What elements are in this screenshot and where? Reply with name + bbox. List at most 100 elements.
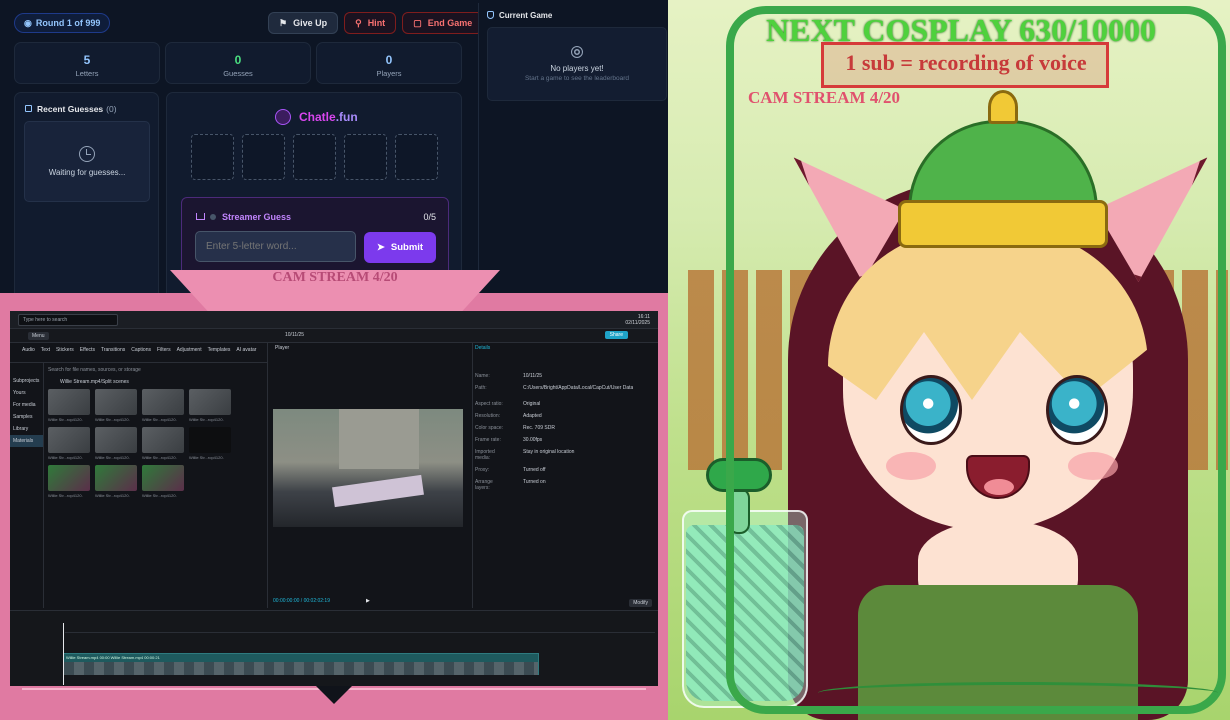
video-track[interactable]: Willie Stream.mp4 00:00 Willie Stream.mp… xyxy=(63,653,539,675)
video-preview[interactable] xyxy=(273,409,463,527)
share-button[interactable]: Share xyxy=(604,331,628,339)
timecode: 00:00:00:00 / 00:02:02:19 xyxy=(273,598,330,604)
streamer-guess-box: Streamer Guess 0/5 ➤ Submit xyxy=(181,197,449,277)
letter-tile xyxy=(191,134,234,180)
modify-button[interactable]: Modify xyxy=(629,599,652,607)
sidebar-item[interactable]: Yours xyxy=(10,387,43,399)
letter-tiles xyxy=(191,134,438,180)
chatle-logo-icon xyxy=(275,109,291,125)
tool-tabs: Audio Text Stickers Effects Transitions … xyxy=(10,343,267,363)
details-panel: Details Name: 10/11/25 Path: C:/Users/Brig… xyxy=(472,343,658,608)
toggle-dot[interactable] xyxy=(210,214,216,220)
sidebar-item[interactable]: For media xyxy=(10,399,43,411)
detail-row: Name: 10/11/25 xyxy=(475,373,543,379)
detail-row: Color space: Rec. 709 SDR xyxy=(475,425,555,431)
media-thumb[interactable]: Willie Str...rop4120. xyxy=(95,389,137,422)
video-editor-window: Type here to search 16:11 02/11/2025 Men… xyxy=(10,311,658,686)
waiting-placeholder: Waiting for guesses... xyxy=(24,121,150,202)
submit-button[interactable]: ➤ Submit xyxy=(364,232,436,263)
media-thumb[interactable]: Willie Str...rop4120. xyxy=(189,389,231,422)
tool-tab[interactable]: Captions xyxy=(131,347,151,362)
media-thumb[interactable]: Willie Str...rop4120. xyxy=(48,427,90,460)
sidebar-item-active[interactable]: Materials xyxy=(10,435,43,447)
cam-stream-label-2: CAM STREAM 4/20 xyxy=(748,88,901,107)
tool-tab[interactable]: Adjustment xyxy=(177,347,202,362)
game-controls: ⚑ Give Up ⚲ Hint ▢ End Game xyxy=(268,12,484,34)
letter-tile xyxy=(242,134,285,180)
current-game-header: Current Game xyxy=(479,3,668,20)
crown-icon xyxy=(196,213,205,220)
lightbulb-icon: ⚲ xyxy=(355,17,362,28)
tool-tab[interactable]: Templates xyxy=(208,347,231,362)
media-thumb[interactable]: Willie Str...rop4120. xyxy=(48,389,90,422)
chatle-game-panel: ◉ Round 1 of 999 ⚑ Give Up ⚲ Hint ▢ End … xyxy=(0,0,668,303)
vine-decoration xyxy=(818,682,1218,704)
sidebar-item[interactable]: Library xyxy=(10,423,43,435)
media-thumb[interactable]: Willie Str...rop4120. xyxy=(95,427,137,460)
list-icon xyxy=(25,105,32,112)
detail-row: Resolution: Adapted xyxy=(475,413,542,419)
player-panel: Player 00:00:00:00 / 00:02:02:19 ▶ xyxy=(270,343,470,608)
give-up-button[interactable]: ⚑ Give Up xyxy=(268,12,339,34)
target-icon xyxy=(571,46,583,58)
player-label: Player xyxy=(275,345,290,351)
media-thumb[interactable]: Willie Str...rop4120. xyxy=(142,427,184,460)
end-game-button[interactable]: ▢ End Game xyxy=(402,12,484,34)
media-thumb[interactable]: Willie Str...rop4120. xyxy=(95,465,137,498)
tool-tab[interactable]: Effects xyxy=(80,347,95,362)
word-input[interactable] xyxy=(195,231,356,262)
media-thumb[interactable]: Willie Str...rop4120. xyxy=(142,389,184,422)
project-title: 10/11/25 xyxy=(285,332,305,338)
clock-icon xyxy=(79,146,95,162)
media-thumb[interactable]: Willie Str...rop4120. xyxy=(189,427,231,460)
detail-row: Aspect ratio: Original xyxy=(475,401,541,407)
preview-weapon xyxy=(332,474,424,508)
tool-tab[interactable]: Audio xyxy=(22,347,35,362)
taskbar-clock: 16:11 02/11/2025 xyxy=(625,314,650,326)
media-search[interactable]: Search for file names, sources, or stora… xyxy=(48,367,141,373)
play-icon[interactable]: ▶ xyxy=(366,598,370,604)
detail-row: Imported media: Stay in original location xyxy=(475,449,575,461)
tool-tab[interactable]: Stickers xyxy=(56,347,74,362)
editor-menubar: Menu 10/11/25 Share xyxy=(10,329,658,343)
current-game-panel: Current Game No players yet! Start a gam… xyxy=(478,3,668,303)
menu-button[interactable]: Menu xyxy=(28,332,49,340)
timeline-ruler xyxy=(65,625,655,633)
stop-icon: ▢ xyxy=(413,17,422,28)
track-thumbnails xyxy=(64,662,538,675)
chatle-logo: Chatle.fun xyxy=(275,109,358,125)
playhead[interactable] xyxy=(63,623,64,685)
tool-tab[interactable]: Text xyxy=(41,347,50,362)
recent-guesses-panel: Recent Guesses (0) Waiting for guesses... xyxy=(14,92,159,302)
tool-tab[interactable]: Transitions xyxy=(101,347,125,362)
taskbar: Type here to search 16:11 02/11/2025 xyxy=(10,311,658,329)
timeline: Willie Stream.mp4 00:00 Willie Stream.mp… xyxy=(10,610,658,686)
cam-border xyxy=(726,6,1226,714)
stat-guesses: 0 Guesses xyxy=(165,42,311,84)
leaderboard-empty: No players yet! Start a game to see the … xyxy=(487,27,667,101)
tool-tab[interactable]: Filters xyxy=(157,347,171,362)
round-label: Round 1 of 999 xyxy=(35,18,101,28)
tool-tab[interactable]: AI avatar xyxy=(236,347,256,362)
detail-row: Frame rate: 30.00fps xyxy=(475,437,543,443)
sidebar-item[interactable]: Samples xyxy=(10,411,43,423)
media-grid: Willie Str...rop4120. Willie Str...rop41… xyxy=(48,389,231,498)
letter-tile xyxy=(293,134,336,180)
cam-stream-label: CAM STREAM 4/20 xyxy=(272,270,398,285)
taskbar-search[interactable]: Type here to search xyxy=(18,314,118,326)
trophy-icon: ◉ xyxy=(24,17,32,28)
preview-wall xyxy=(339,409,419,469)
hint-button[interactable]: ⚲ Hint xyxy=(344,12,397,34)
vtuber-cam: NEXT COSPLAY 630/10000 1 sub = recording… xyxy=(668,0,1230,720)
detail-row: Proxy: Turned off xyxy=(475,467,546,473)
folder-path: Willie Stream.mp4/Split scenes xyxy=(60,379,129,385)
sidebar-item[interactable]: Subprojects xyxy=(10,375,43,387)
media-sidebar: Subprojects Yours For media Samples Libr… xyxy=(10,363,44,608)
detail-row: Path: C:/Users/Bright/AppData/Local/CapCu… xyxy=(475,385,633,391)
flag-icon: ⚑ xyxy=(279,17,288,28)
trophy-icon xyxy=(487,11,494,19)
sub-goal-text: 1 sub = recording of voice xyxy=(845,50,1087,75)
media-thumb[interactable]: Willie Str...rop4120. xyxy=(48,465,90,498)
stat-players: 0 Players xyxy=(316,42,462,84)
media-thumb[interactable]: Willie Str...rop4120. xyxy=(142,465,184,498)
